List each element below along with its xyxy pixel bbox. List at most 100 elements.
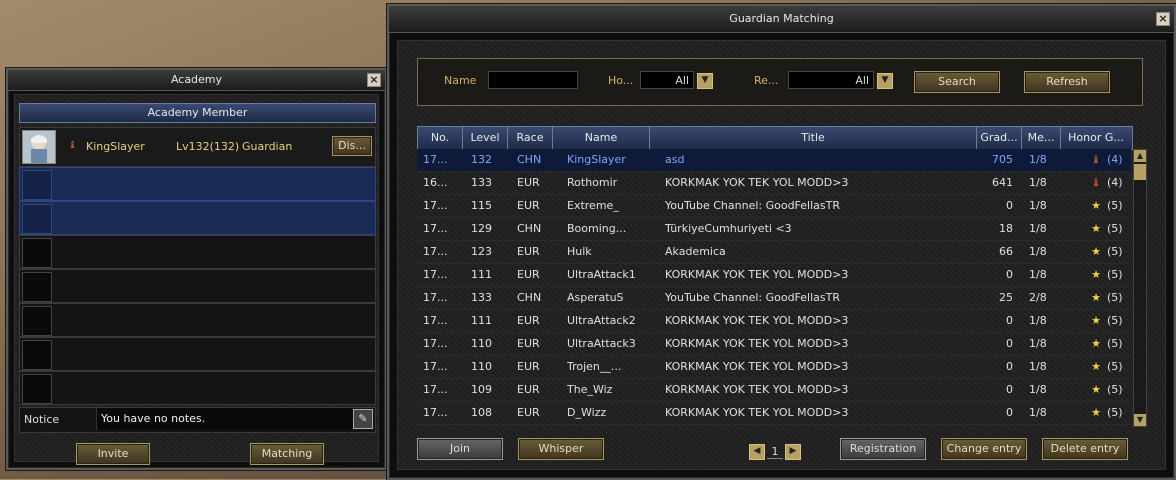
col-header-no[interactable]: No. [418,127,463,149]
search-button[interactable]: Search [914,71,1000,93]
star-icon: ★ [1091,360,1101,373]
star-icon: ★ [1091,268,1101,281]
academy-slot-row[interactable] [19,303,376,337]
col-header-members[interactable]: Me... [1022,127,1061,149]
cell-level: 110 [471,337,492,350]
col-header-title[interactable]: Title [650,127,977,149]
academy-slot-row[interactable] [19,235,376,269]
cell-honor: (5) [1107,222,1123,235]
cell-grade: 0 [1006,383,1013,396]
refresh-button[interactable]: Refresh [1024,71,1110,93]
academy-body: Academy Member ♝ KingSlayer Lv132(132) G… [14,94,379,462]
cell-grade: 0 [1006,268,1013,281]
cell-title: KORKMAK YOK TEK YOL MODD>3 [665,176,849,189]
table-row[interactable]: 17... 111 EUR UltraAttack2 KORKMAK YOK TEK Y… [417,310,1131,333]
academy-close-icon[interactable]: × [367,73,381,87]
cell-no: 17... [423,268,448,281]
cell-honor: (5) [1107,406,1123,419]
scroll-up-icon[interactable]: ▲ [1134,150,1146,162]
race-dropdown-icon[interactable]: ▼ [877,73,893,89]
cell-grade: 66 [999,245,1013,258]
member-slot [22,374,52,404]
table-row[interactable]: 17... 108 EUR D_Wizz KORKMAK YOK TEK YOL MOD… [417,402,1131,425]
guardian-matching-window: Guardian Matching × Name Ho... All ▼ Re.… [387,4,1176,480]
cell-honor: (5) [1107,268,1123,281]
honor-filter-select[interactable]: All [640,71,694,89]
cell-name: D_Wizz [567,406,607,419]
cell-level: 129 [471,222,492,235]
academy-slot-row[interactable] [19,337,376,371]
table-row[interactable]: 17... 110 EUR Trojen__... KORKMAK YOK TEK YO… [417,356,1131,379]
cell-no: 17... [423,245,448,258]
cell-level: 111 [471,314,492,327]
invite-button[interactable]: Invite [76,443,150,465]
honor-filter-label: Ho... [608,74,634,87]
cell-name: UltraAttack3 [567,337,636,350]
academy-titlebar[interactable]: Academy × [8,70,385,91]
academy-slot-row[interactable] [19,269,376,303]
table-row[interactable]: 17... 123 EUR Hulk Akademica 66 1/8 (5) ★ [417,241,1131,264]
academy-slot-row[interactable] [19,371,376,405]
edit-notice-icon[interactable]: ✎ [353,409,373,429]
scroll-down-icon[interactable]: ▼ [1134,414,1146,426]
cell-title: KORKMAK YOK TEK YOL MODD>3 [665,337,849,350]
col-header-name[interactable]: Name [553,127,650,149]
cell-title: KORKMAK YOK TEK YOL MODD>3 [665,406,849,419]
cell-race: EUR [517,199,540,212]
name-filter-input[interactable] [488,71,578,89]
academy-slot-row[interactable] [19,167,376,201]
table-row[interactable]: 17... 110 EUR UltraAttack3 KORKMAK YOK TEK Y… [417,333,1131,356]
table-row[interactable]: 17... 133 CHN AsperatuS YouTube Channel: Goo… [417,287,1131,310]
prev-page-icon[interactable]: ◀ [749,444,765,460]
rank-icon: ♝ [1091,176,1101,189]
cell-race: EUR [517,245,540,258]
guardian-close-icon[interactable]: × [1156,12,1170,26]
cell-honor: (4) [1107,153,1123,166]
cell-no: 17... [423,314,448,327]
guardian-titlebar[interactable]: Guardian Matching × [389,6,1174,33]
scroll-thumb[interactable] [1134,164,1146,180]
cell-race: EUR [517,337,540,350]
cell-members: 1/8 [1029,314,1047,327]
col-header-level[interactable]: Level [463,127,508,149]
table-row[interactable]: 17... 109 EUR The_Wiz KORKMAK YOK TEK YOL MO… [417,379,1131,402]
academy-member-row[interactable]: ♝ KingSlayer Lv132(132) Guardian Dis... [19,127,376,167]
cell-name: Hulk [567,245,592,258]
cell-members: 1/8 [1029,337,1047,350]
cell-race: EUR [517,268,540,281]
col-header-race[interactable]: Race [508,127,553,149]
registration-button[interactable]: Registration [840,438,926,460]
table-row[interactable]: 17... 115 EUR Extreme_ YouTube Channel: Good… [417,195,1131,218]
cell-name: AsperatuS [567,291,624,304]
honor-dropdown-icon[interactable]: ▼ [697,73,713,89]
cell-members: 1/8 [1029,268,1047,281]
cell-members: 1/8 [1029,176,1047,189]
col-header-grade[interactable]: Grad... [977,127,1022,149]
star-icon: ★ [1091,314,1101,327]
next-page-icon[interactable]: ▶ [785,444,801,460]
cell-level: 108 [471,406,492,419]
cell-race: CHN [517,153,542,166]
delete-entry-button[interactable]: Delete entry [1042,438,1128,460]
cell-no: 16... [423,176,448,189]
cell-level: 110 [471,360,492,373]
star-icon: ★ [1091,383,1101,396]
matching-button[interactable]: Matching [250,443,324,465]
table-row[interactable]: 17... 132 CHN KingSlayer asd 705 1/8 (4) ♝ [417,149,1131,172]
table-header: No. Level Race Name Title Grad... Me... … [417,126,1133,150]
table-row[interactable]: 17... 111 EUR UltraAttack1 KORKMAK YOK TEK Y… [417,264,1131,287]
notice-label: Notice [24,413,60,426]
cell-members: 1/8 [1029,245,1047,258]
academy-slot-row[interactable] [19,201,376,235]
cell-race: EUR [517,383,540,396]
col-header-honor[interactable]: Honor G... [1061,127,1131,149]
whisper-button[interactable]: Whisper [518,438,604,460]
table-row[interactable]: 16... 133 EUR Rothomir KORKMAK YOK TEK YOL M… [417,172,1131,195]
change-entry-button[interactable]: Change entry [941,438,1027,460]
dismiss-button[interactable]: Dis... [332,136,372,156]
race-filter-select[interactable]: All [788,71,874,89]
table-scrollbar[interactable]: ▲ ▼ [1133,149,1147,427]
table-row[interactable]: 17... 129 CHN Booming... TürkiyeCumhuriyeti … [417,218,1131,241]
cell-no: 17... [423,222,448,235]
join-button[interactable]: Join [417,438,503,460]
